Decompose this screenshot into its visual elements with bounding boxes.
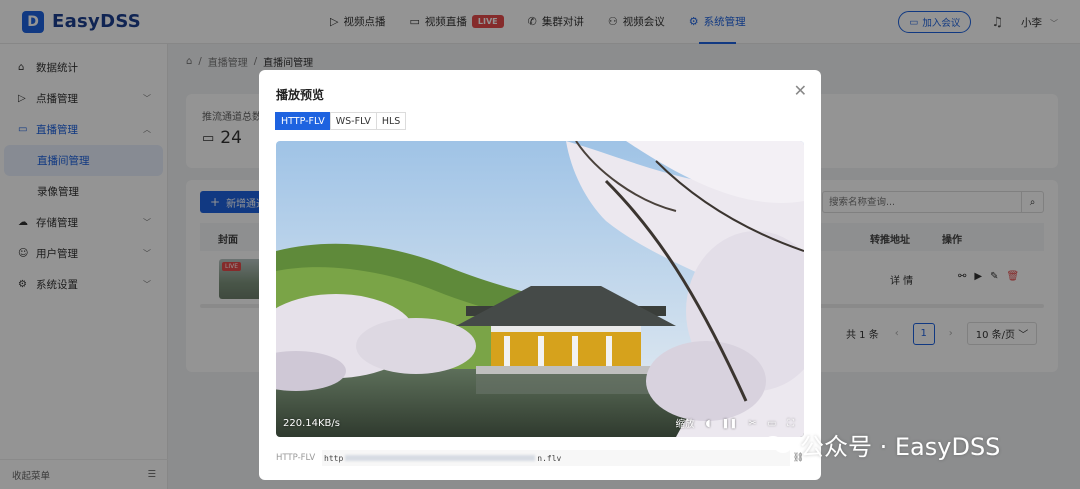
tab-http-flv[interactable]: HTTP-FLV: [275, 112, 331, 130]
url-label: HTTP-FLV: [276, 453, 316, 463]
video-frame: [276, 141, 804, 437]
modal-title: 播放预览: [276, 88, 325, 102]
zoom-button[interactable]: 缩放: [675, 416, 694, 430]
protocol-tabs: HTTP-FLV WS-FLV HLS: [275, 112, 407, 130]
blurred-url-segment: [345, 455, 536, 461]
watermark: 公众号 · EasyDSS: [764, 427, 1000, 462]
stream-url-field[interactable]: http n.flv: [322, 450, 790, 466]
pause-icon[interactable]: ❚❚: [721, 418, 737, 429]
close-icon[interactable]: ✕: [794, 81, 807, 100]
bitrate-readout: 220.14KB/s: [283, 418, 340, 429]
play-preview-modal: 播放预览 ✕ HTTP-FLV WS-FLV HLS 220.14KB/s 缩放…: [259, 70, 821, 480]
tab-ws-flv[interactable]: WS-FLV: [329, 112, 377, 130]
scissors-icon[interactable]: ✂: [748, 418, 756, 429]
volume-icon[interactable]: ◖: [705, 418, 710, 429]
video-player[interactable]: 220.14KB/s 缩放 ◖ ❚❚ ✂ ▭ ⛶: [276, 141, 804, 437]
wechat-icon: [764, 434, 792, 456]
tab-hls[interactable]: HLS: [375, 112, 407, 130]
stream-url-row: HTTP-FLV http n.flv ⛓: [276, 449, 804, 467]
